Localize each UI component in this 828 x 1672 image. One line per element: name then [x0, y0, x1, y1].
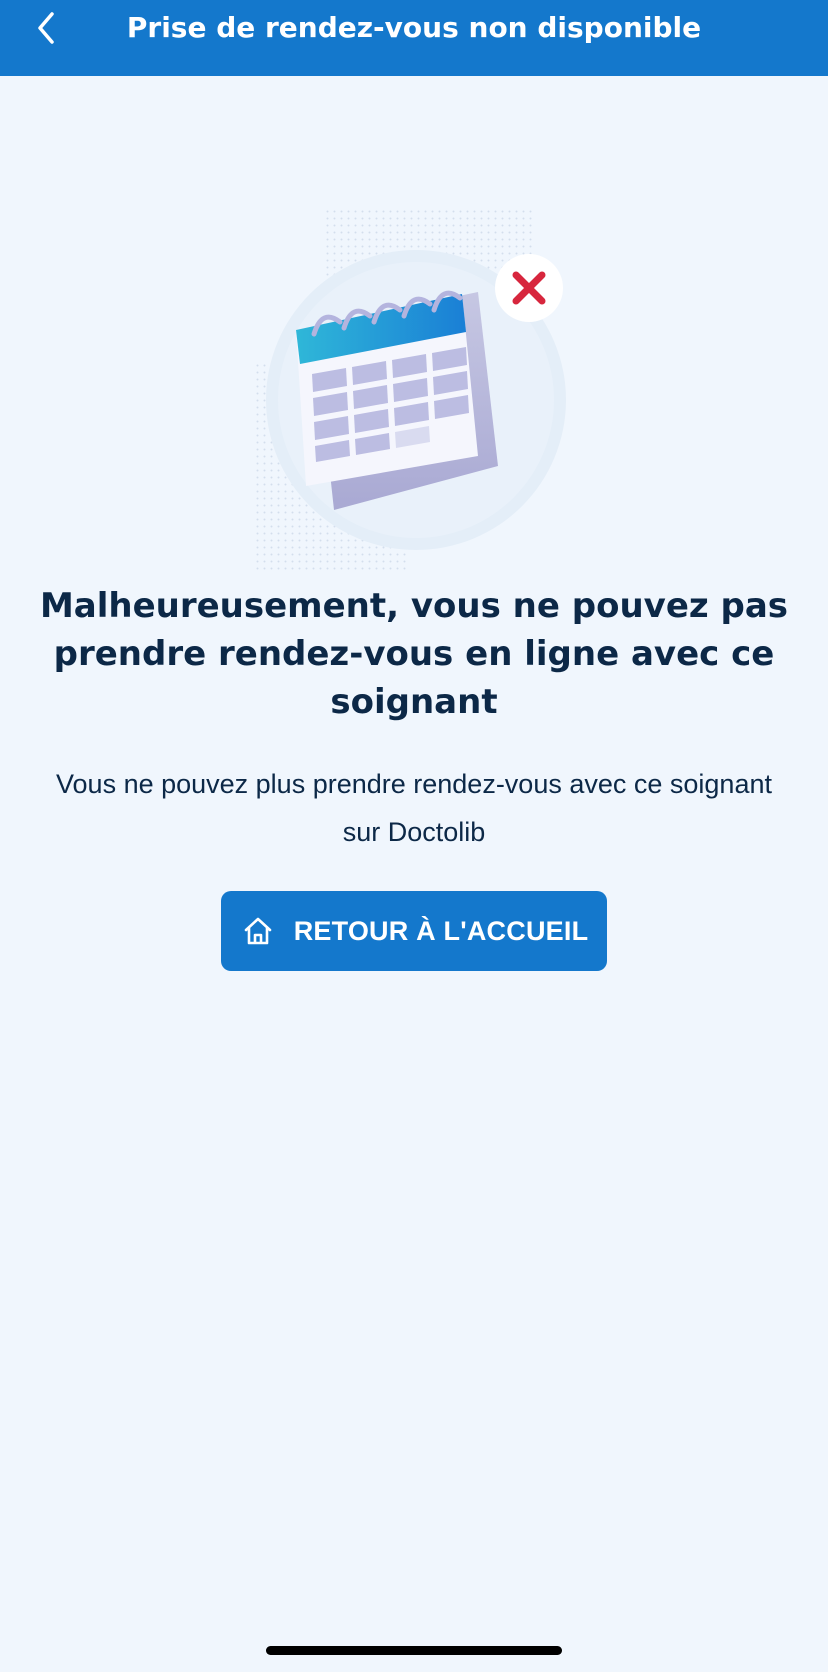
calendar-unavailable-illustration — [256, 210, 586, 580]
description-text: Vous ne pouvez plus prendre rendez-vous … — [56, 769, 772, 847]
chevron-left-icon — [38, 12, 54, 44]
home-icon — [244, 917, 272, 945]
back-button[interactable] — [22, 4, 70, 52]
home-button-label: RETOUR À L'ACCUEIL — [293, 915, 589, 946]
headline: Malheureusement, vous ne pouvez pas pren… — [39, 586, 789, 722]
home-indicator — [266, 1646, 562, 1655]
page-title: Prise de rendez-vous non disponible — [126, 11, 702, 44]
home-button[interactable]: RETOUR À L'ACCUEIL — [221, 891, 607, 971]
app-header: Prise de rendez-vous non disponible — [0, 0, 828, 76]
